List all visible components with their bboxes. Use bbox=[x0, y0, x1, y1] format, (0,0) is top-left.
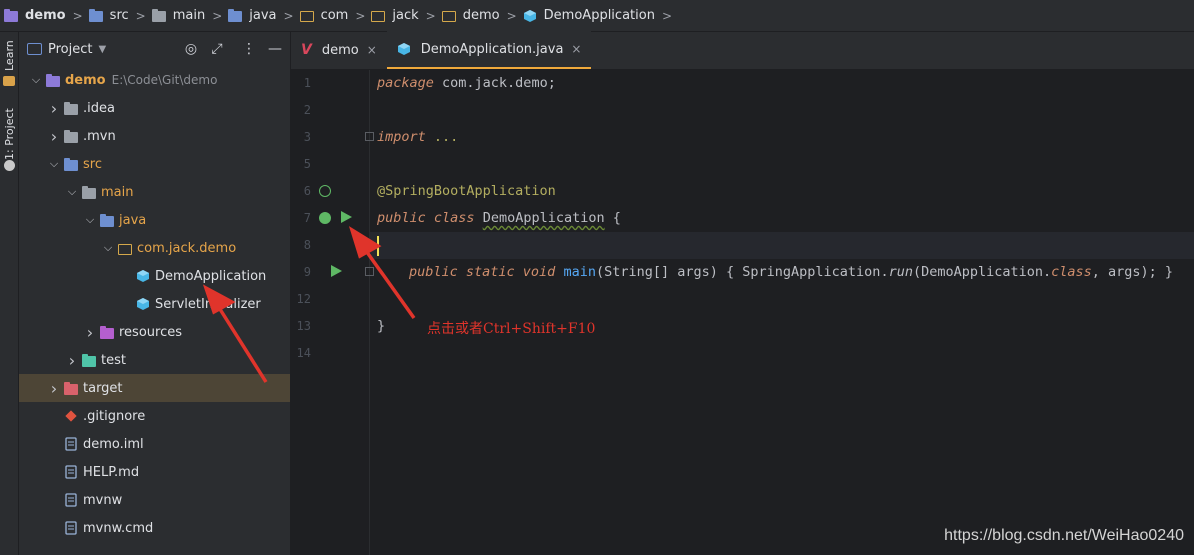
watermark-text: https://blog.csdn.net/WeiHao0240 bbox=[944, 527, 1184, 544]
arrow-to-run-head bbox=[348, 226, 382, 259]
arrow-to-run-line bbox=[362, 246, 416, 320]
arrow-to-tree-line bbox=[216, 305, 268, 383]
annotation-arrows bbox=[202, 226, 416, 383]
arrow-to-tree-head bbox=[202, 284, 236, 315]
annotation-note: 点击或者Ctrl+Shift+F10 bbox=[427, 321, 596, 337]
